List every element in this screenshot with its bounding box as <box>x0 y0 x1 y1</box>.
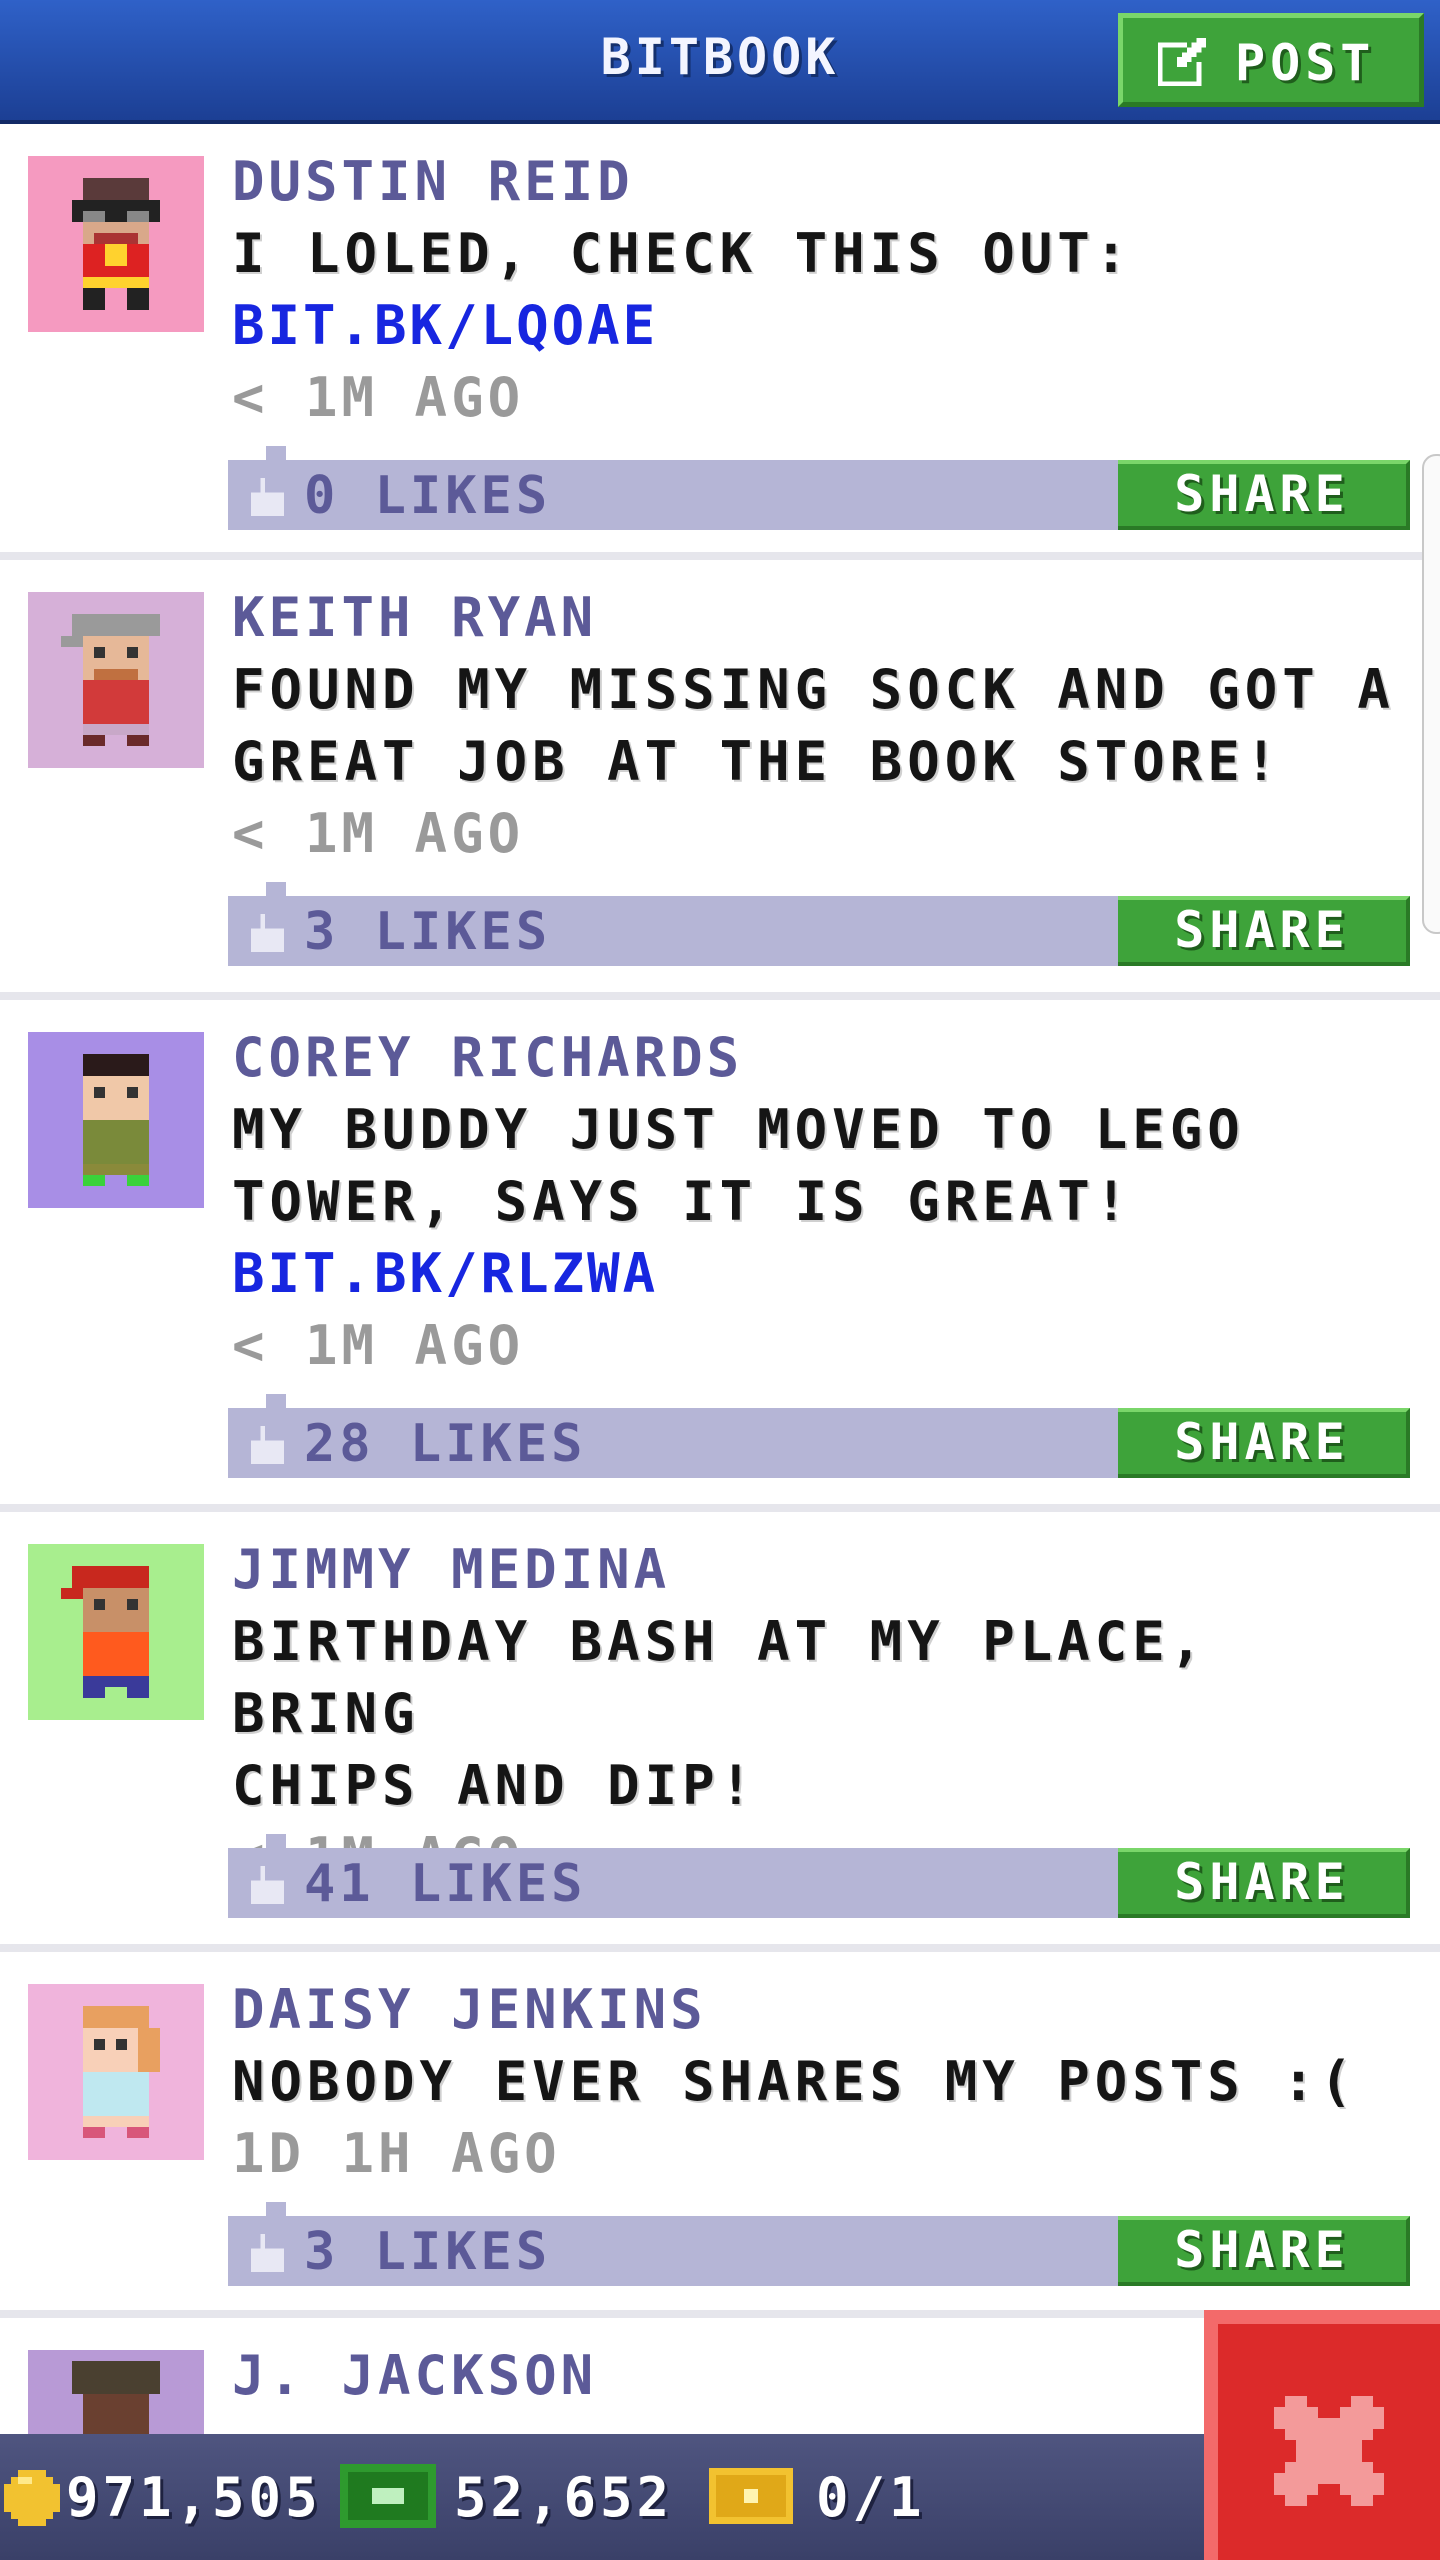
person-icon <box>28 1544 204 1720</box>
feed-post: COREY RICHARDS MY BUDDY JUST MOVED TO LE… <box>0 1000 1440 1512</box>
post-action-bar: 0 LIKES SHARE <box>228 446 1410 530</box>
author-name[interactable]: JIMMY MEDINA <box>232 1534 1412 1606</box>
like-button[interactable]: 0 LIKES <box>242 466 662 526</box>
share-button[interactable]: SHARE <box>1118 1408 1410 1478</box>
post-content: KEITH RYAN FOUND MY MISSING SOCK AND GOT… <box>232 582 1412 870</box>
feed-post: KEITH RYAN FOUND MY MISSING SOCK AND GOT… <box>0 560 1440 1000</box>
post-content: JIMMY MEDINA BIRTHDAY BASH AT MY PLACE, … <box>232 1534 1412 1894</box>
thumbs-up-icon <box>250 1866 284 1904</box>
author-name[interactable]: COREY RICHARDS <box>232 1022 1412 1094</box>
author-name[interactable]: DAISY JENKINS <box>232 1974 1412 2046</box>
post-message: NOBODY EVER SHARES MY POSTS :( <box>232 2050 1358 2113</box>
edit-icon <box>1157 37 1207 87</box>
coin-icon <box>4 2470 60 2526</box>
like-button[interactable]: 28 LIKES <box>242 1414 662 1474</box>
share-button[interactable]: SHARE <box>1118 460 1410 530</box>
post-message: I LOLED, CHECK THIS OUT: <box>232 222 1133 285</box>
bux-icon <box>340 2464 436 2528</box>
person-icon <box>28 592 204 768</box>
thumbs-up-icon <box>250 1426 284 1464</box>
tickets-value: 0/1 <box>816 2466 926 2529</box>
post-action-bar: 41 LIKES SHARE <box>228 1834 1410 1918</box>
close-button[interactable] <box>1204 2310 1440 2560</box>
avatar <box>28 1032 204 1208</box>
post-content: DAISY JENKINS NOBODY EVER SHARES MY POST… <box>232 1974 1412 2190</box>
person-icon <box>28 156 204 332</box>
thumbs-up-icon <box>250 2234 284 2272</box>
close-icon <box>1274 2396 1384 2506</box>
share-button[interactable]: SHARE <box>1118 896 1410 966</box>
post-button[interactable]: POST <box>1118 13 1424 107</box>
post-content: COREY RICHARDS MY BUDDY JUST MOVED TO LE… <box>232 1022 1412 1382</box>
coins-stat: 971,505 <box>0 2434 330 2560</box>
post-message: FOUND MY MISSING SOCK AND GOT A GREAT JO… <box>232 658 1395 793</box>
post-action-bar: 3 LIKES SHARE <box>228 2202 1410 2286</box>
thumbs-up-icon <box>250 478 284 516</box>
bux-stat: 52,652 <box>336 2434 696 2560</box>
post-action-bar: 3 LIKES SHARE <box>228 882 1410 966</box>
like-button[interactable]: 3 LIKES <box>242 2222 662 2282</box>
like-button[interactable]: 3 LIKES <box>242 902 662 962</box>
post-timestamp: < 1M AGO <box>232 802 525 865</box>
share-button[interactable]: SHARE <box>1118 2216 1410 2286</box>
scrollbar[interactable] <box>1422 454 1440 934</box>
like-count: 3 LIKES <box>304 902 552 962</box>
like-count: 28 LIKES <box>304 1414 587 1474</box>
post-message: MY BUDDY JUST MOVED TO LEGO TOWER, SAYS … <box>232 1098 1245 1233</box>
like-count: 0 LIKES <box>304 466 552 526</box>
post-timestamp: 1D 1H AGO <box>232 2122 561 2185</box>
post-content: DUSTIN REID I LOLED, CHECK THIS OUT: BIT… <box>232 146 1412 434</box>
author-name[interactable]: DUSTIN REID <box>232 146 1412 218</box>
thumbs-up-icon <box>250 914 284 952</box>
post-action-bar: 28 LIKES SHARE <box>228 1394 1410 1478</box>
post-timestamp: < 1M AGO <box>232 1314 525 1377</box>
post-message: BIRTHDAY BASH AT MY PLACE, BRING CHIPS A… <box>232 1610 1208 1817</box>
post-link[interactable]: BIT.BK/LQOAE <box>232 290 1412 362</box>
feed-post: DUSTIN REID I LOLED, CHECK THIS OUT: BIT… <box>0 124 1440 560</box>
feed-post: JIMMY MEDINA BIRTHDAY BASH AT MY PLACE, … <box>0 1512 1440 1952</box>
avatar <box>28 1544 204 1720</box>
tickets-stat: 0/1 <box>702 2434 1002 2560</box>
like-count: 41 LIKES <box>304 1854 587 1914</box>
avatar <box>28 592 204 768</box>
like-button[interactable]: 41 LIKES <box>242 1854 662 1914</box>
person-icon <box>28 1984 204 2160</box>
bux-value: 52,652 <box>454 2466 674 2529</box>
post-timestamp: < 1M AGO <box>232 366 525 429</box>
share-button[interactable]: SHARE <box>1118 1848 1410 1918</box>
coins-value: 971,505 <box>66 2466 322 2529</box>
author-name[interactable]: KEITH RYAN <box>232 582 1412 654</box>
avatar <box>28 1984 204 2160</box>
post-button-label: POST <box>1235 34 1376 92</box>
app-header: BITBOOK POST <box>0 0 1440 124</box>
avatar <box>28 156 204 332</box>
news-feed[interactable]: DUSTIN REID I LOLED, CHECK THIS OUT: BIT… <box>0 124 1440 2526</box>
like-count: 3 LIKES <box>304 2222 552 2282</box>
ticket-icon <box>709 2468 793 2524</box>
person-icon <box>28 1032 204 1208</box>
post-link[interactable]: BIT.BK/RLZWA <box>232 1238 1412 1310</box>
feed-post: DAISY JENKINS NOBODY EVER SHARES MY POST… <box>0 1952 1440 2318</box>
